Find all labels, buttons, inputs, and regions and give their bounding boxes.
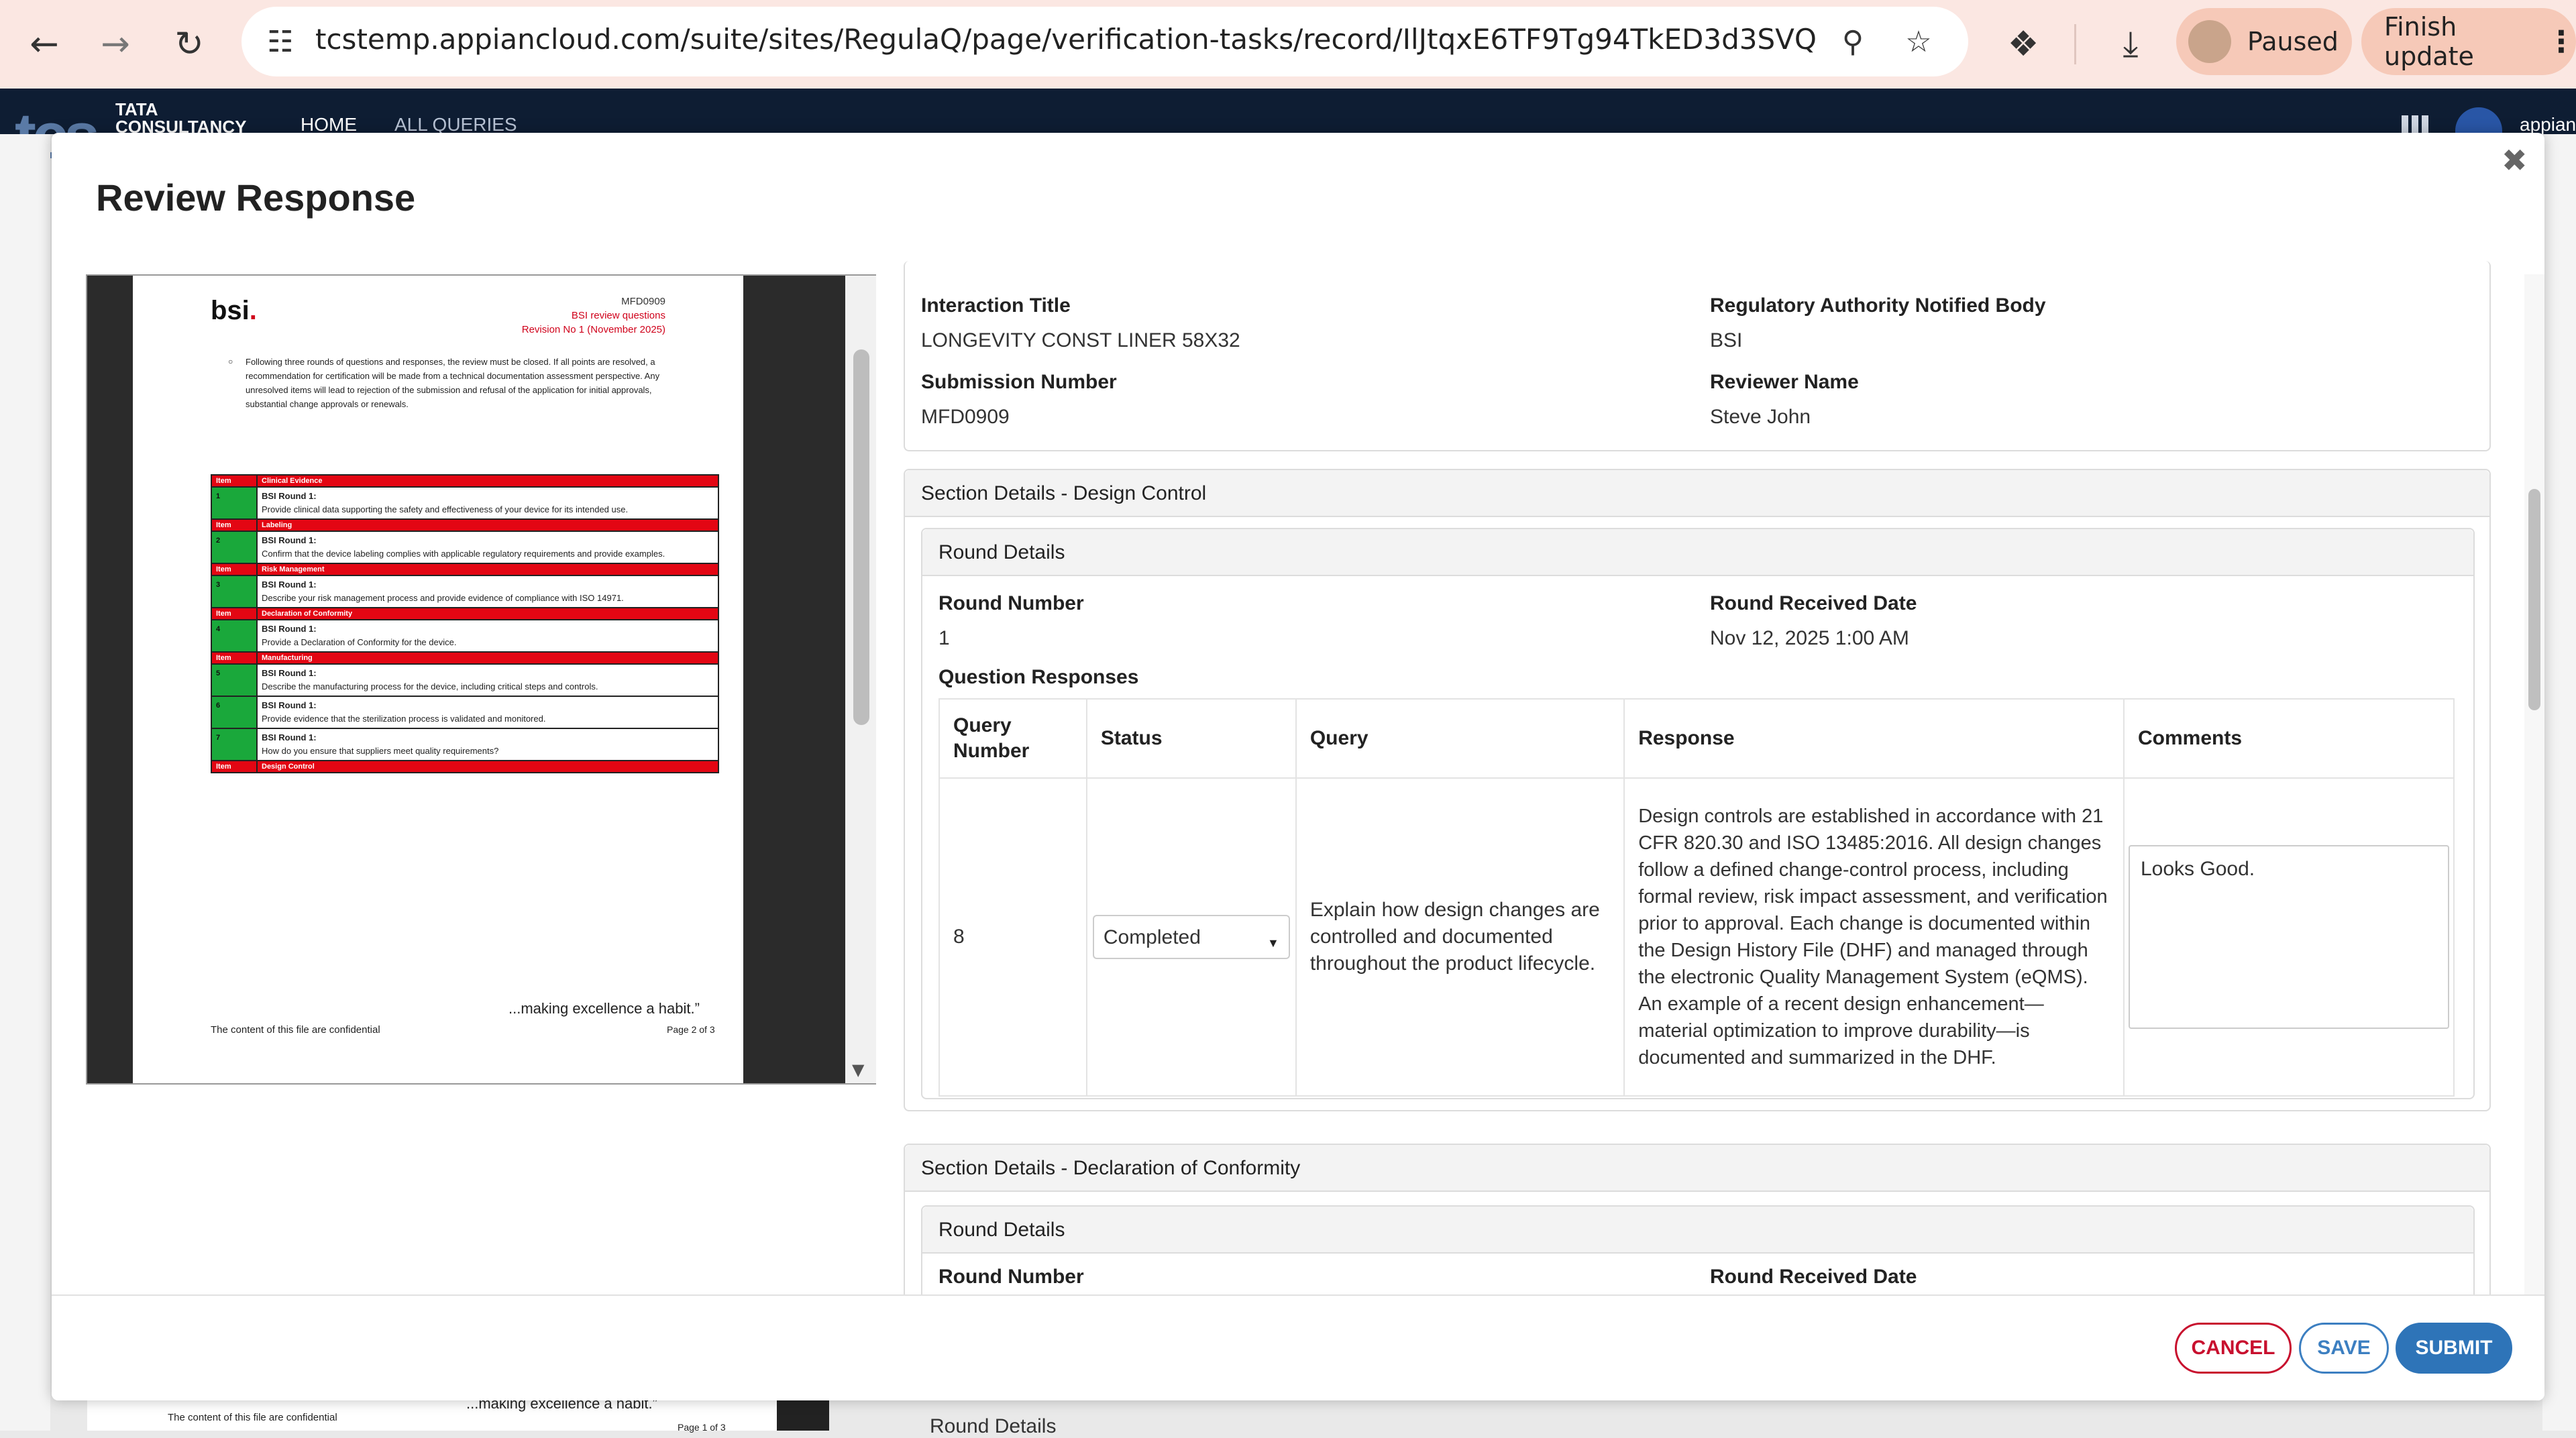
document-reference: MFD0909 BSI review questions Revision No… <box>521 296 665 335</box>
col-comments: Comments <box>2123 698 2455 779</box>
table-row: Item Labeling <box>211 518 719 532</box>
document-tagline: ...making excellence a habit.” <box>508 1000 700 1017</box>
table-row: 4 BSI Round 1: Provide a Declaration of Co… <box>211 619 719 653</box>
site-settings-icon[interactable]: ☷ <box>260 21 301 62</box>
section-design-control: Section Details - Design Control Round D… <box>904 469 2491 1111</box>
url-text: tcstemp.appiancloud.com/suite/sites/Regu… <box>315 23 1818 56</box>
col-query: Query <box>1295 698 1625 779</box>
reviewer-value: Steve John <box>1710 406 1811 428</box>
back-arrow-icon[interactable]: ← <box>17 17 71 71</box>
background-right <box>2542 134 2576 1431</box>
question-responses-label: Question Responses <box>938 666 1139 688</box>
paused-label: Paused <box>2247 27 2339 56</box>
submit-button[interactable]: SUBMIT <box>2396 1323 2512 1374</box>
reviewer-label: Reviewer Name <box>1710 371 1859 393</box>
query-number-cell: 8 <box>938 777 1087 1097</box>
reload-icon[interactable]: ↻ <box>162 17 216 71</box>
download-icon[interactable]: ⤓ <box>2104 17 2157 71</box>
table-header-row: Query Number Status Query Response Comme… <box>938 698 2455 779</box>
document-page: bsi. MFD0909 BSI review questions Revisi… <box>133 276 743 1083</box>
document-question-table: Item Clinical Evidence 1 BSI Round 1: Provi… <box>211 474 719 773</box>
bsi-logo: bsi. <box>211 296 257 325</box>
avatar <box>2188 20 2231 63</box>
table-row: 1 BSI Round 1: Provide clinical data suppo… <box>211 486 719 520</box>
profile-paused-chip[interactable]: Paused <box>2176 8 2352 75</box>
authority-label: Regulatory Authority Notified Body <box>1710 294 2046 317</box>
toolbar-divider <box>2074 24 2076 64</box>
table-row: Item Declaration of Conformity <box>211 607 719 620</box>
table-row: 8 Completed Explain how design changes a… <box>938 777 2455 1097</box>
col-response: Response <box>1623 698 2125 779</box>
document-viewer[interactable]: bsi. MFD0909 BSI review questions Revisi… <box>86 274 876 1085</box>
document-page-number: Page 2 of 3 <box>667 1024 715 1035</box>
table-row: 3 BSI Round 1: Describe your risk manageme… <box>211 575 719 608</box>
submission-card: Interaction Title LONGEVITY CONST LINER … <box>904 261 2491 451</box>
round-number-label: Round Number <box>938 1266 1084 1288</box>
background-doc-page: Page 1 of 3 <box>678 1422 726 1433</box>
interaction-title-value: LONGEVITY CONST LINER 58X32 <box>921 329 1240 351</box>
review-details-panel: Interaction Title LONGEVITY CONST LINER … <box>904 261 2544 1400</box>
review-response-modal: Review Response ✖ bsi. MFD0909 BSI revie… <box>52 133 2544 1400</box>
panel-scroll-thumb[interactable] <box>2528 489 2540 710</box>
modal-footer <box>52 1294 2544 1400</box>
col-status: Status <box>1085 698 1297 779</box>
table-row: Item Clinical Evidence <box>211 474 719 488</box>
round-date-value: Nov 12, 2025 1:00 AM <box>1710 627 1909 649</box>
document-bullet: Following three rounds of questions and … <box>228 355 665 411</box>
table-row: Item Risk Management <box>211 563 719 576</box>
table-row: Item Design Control <box>211 760 719 773</box>
scroll-down-icon[interactable]: ▼ <box>852 1060 864 1079</box>
table-row: 2 BSI Round 1: Confirm that the device lab… <box>211 531 719 564</box>
modal-title: Review Response <box>96 176 416 219</box>
response-cell: Design controls are established in accor… <box>1623 777 2125 1097</box>
background-viewer-edge <box>777 1400 829 1431</box>
apps-grid-icon[interactable] <box>2402 115 2428 133</box>
extensions-icon[interactable]: ❖ <box>1996 17 2050 71</box>
section-title: Section Details - Design Control <box>905 470 2489 517</box>
cancel-button[interactable]: CANCEL <box>2175 1323 2292 1374</box>
finish-update-label: Finish update <box>2384 12 2474 71</box>
browser-toolbar: ← → ↻ ☷ tcstemp.appiancloud.com/suite/si… <box>0 0 2576 89</box>
section-title: Section Details - Declaration of Conform… <box>905 1145 2489 1192</box>
round-date-label: Round Received Date <box>1710 1266 1917 1288</box>
viewer-scrollbar[interactable]: ▼ <box>845 276 876 1083</box>
viewer-scroll-thumb[interactable] <box>853 349 869 725</box>
round-number-value: 1 <box>938 627 950 649</box>
question-responses-table: Query Number Status Query Response Comme… <box>938 698 2455 1097</box>
background-doc-confidential: The content of this file are confidentia… <box>168 1412 337 1423</box>
status-dropdown[interactable]: Completed <box>1092 915 1290 959</box>
round-number-label: Round Number <box>938 592 1084 614</box>
query-cell: Explain how design changes are controlle… <box>1295 777 1625 1097</box>
submission-number-value: MFD0909 <box>921 406 1010 428</box>
table-row: 7 BSI Round 1: How do you ensure that supp… <box>211 728 719 761</box>
round-date-label: Round Received Date <box>1710 592 1917 614</box>
background-round-details: Round Details <box>930 1415 1057 1437</box>
round-details-title: Round Details <box>922 529 2473 576</box>
document-confidential: The content of this file are confidentia… <box>211 1024 380 1036</box>
kebab-menu-icon[interactable]: ⋮ <box>2546 25 2576 59</box>
submission-number-label: Submission Number <box>921 371 1117 393</box>
table-row: Item Manufacturing <box>211 651 719 665</box>
finish-update-chip[interactable]: Finish update ⋮ <box>2361 8 2576 75</box>
save-button[interactable]: SAVE <box>2299 1323 2389 1374</box>
comments-textarea[interactable]: Looks Good. <box>2129 845 2449 1029</box>
address-bar[interactable]: ☷ tcstemp.appiancloud.com/suite/sites/Re… <box>241 7 1968 76</box>
status-cell: Completed <box>1085 777 1297 1097</box>
background-left <box>0 134 50 1431</box>
company-name: TATA CONSULTANCY <box>115 99 247 137</box>
authority-value: BSI <box>1710 329 1743 351</box>
comments-cell: Looks Good. <box>2123 777 2455 1097</box>
bookmark-star-icon[interactable]: ☆ <box>1898 21 1939 62</box>
panel-scrollbar[interactable] <box>2524 274 2544 1400</box>
table-row: 6 BSI Round 1: Provide evidence that the s… <box>211 696 719 729</box>
round-details-card: Round Details Round Number 1 Round Recei… <box>921 528 2475 1099</box>
app-header <box>0 89 2576 134</box>
interaction-title-label: Interaction Title <box>921 294 1071 317</box>
col-query-number: Query Number <box>938 698 1087 779</box>
close-icon[interactable]: ✖ <box>2502 142 2528 178</box>
table-row: 5 BSI Round 1: Describe the manufacturing … <box>211 663 719 697</box>
round-details-title: Round Details <box>922 1207 2473 1254</box>
zoom-icon[interactable]: ⚲ <box>1833 21 1873 62</box>
forward-arrow-icon[interactable]: → <box>89 17 142 71</box>
